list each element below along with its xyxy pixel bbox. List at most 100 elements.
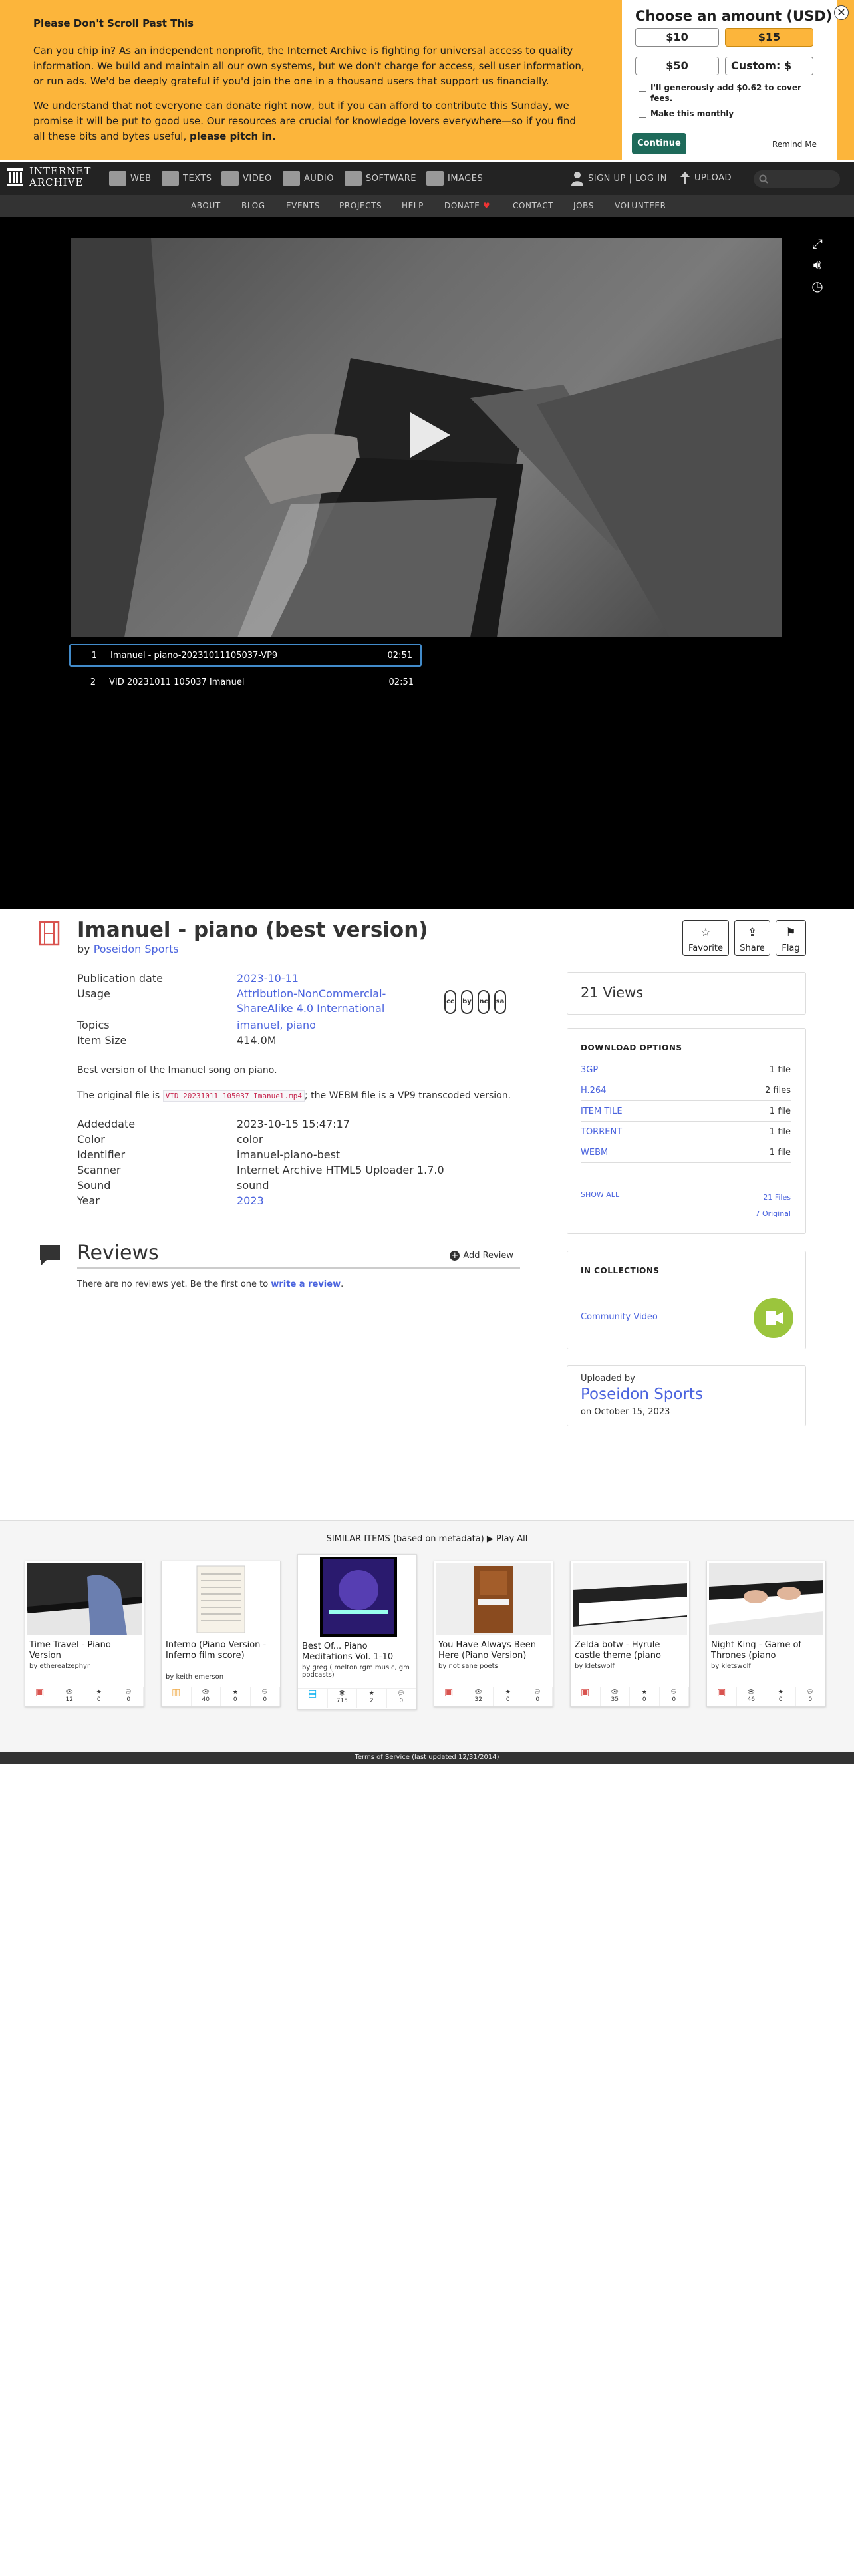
clock-icon[interactable]: ◷	[810, 278, 825, 294]
subnav-donate[interactable]: DONATE ♥	[444, 201, 490, 210]
creator-link[interactable]: Poseidon Sports	[94, 943, 179, 955]
film-icon: ▣	[707, 1687, 737, 1706]
thumbnail-piano-player	[27, 1563, 142, 1635]
search-input[interactable]	[754, 170, 840, 188]
nav-web[interactable]: WEB	[109, 171, 152, 186]
terms-of-service-link[interactable]: Terms of Service (last updated 12/31/201…	[0, 1752, 854, 1764]
nav-images[interactable]: IMAGES	[426, 171, 483, 186]
amount-50-button[interactable]: $50	[635, 57, 719, 75]
subnav-blog[interactable]: BLOG	[241, 201, 265, 210]
custom-amount-input[interactable]: Custom: $	[725, 57, 813, 75]
nav-audio[interactable]: AUDIO	[283, 171, 334, 186]
amount-15-button[interactable]: $15	[725, 28, 813, 47]
nav-software[interactable]: SOFTWARE	[345, 171, 416, 186]
uploader-link[interactable]: Poseidon Sports	[581, 1386, 703, 1403]
subnav-events[interactable]: EVENTS	[286, 201, 320, 210]
film-icon	[221, 171, 239, 186]
cc-icon[interactable]: cc	[444, 990, 456, 1014]
similar-item-card[interactable]: Zelda botw - Hyrule castle theme (piano b…	[570, 1561, 690, 1707]
subnav-contact[interactable]: CONTACT	[513, 201, 553, 210]
subnav-jobs[interactable]: JOBS	[573, 201, 594, 210]
favorites-stat: ★ 2	[357, 1689, 387, 1708]
original-filename: VID_20231011_105037_Imanuel.mp4	[162, 1090, 305, 1102]
signin-link[interactable]: SIGN UP | LOG IN	[571, 171, 667, 186]
similar-item-card[interactable]: Time Travel - Piano Version by etherealze…	[25, 1561, 144, 1707]
attribution-icon[interactable]: by	[461, 990, 473, 1014]
close-banner-button[interactable]: ✕	[834, 5, 849, 20]
reviews-stat: 💬︎ 0	[523, 1687, 553, 1706]
donation-banner: Please Don't Scroll Past This Can you ch…	[0, 0, 854, 160]
total-files-link[interactable]: 21 Files	[763, 1193, 791, 1202]
subnav-projects[interactable]: PROJECTS	[339, 201, 382, 210]
add-review-button[interactable]: + Add Review	[450, 1251, 513, 1261]
fullscreen-icon[interactable]: ⤢	[810, 236, 825, 251]
collections-box: IN COLLECTIONS Community Video	[567, 1251, 806, 1349]
cover-fees-checkbox[interactable]: I'll generously add $0.62 to cover fees.	[639, 82, 818, 104]
subnav-help[interactable]: HELP	[402, 201, 424, 210]
upload-link[interactable]: UPLOAD	[680, 171, 732, 184]
similar-item-card[interactable]: Best Of... Piano Meditations Vol. 1-10 by…	[297, 1554, 417, 1710]
show-all-link[interactable]: SHOW ALL	[581, 1190, 619, 1199]
collection-video-icon[interactable]	[754, 1298, 793, 1338]
ia-logo[interactable]: INTERNET ARCHIVE	[7, 166, 91, 188]
subnav-volunteer[interactable]: VOLUNTEER	[615, 201, 666, 210]
favorites-stat: ★ 0	[494, 1687, 523, 1706]
monthly-checkbox[interactable]: Make this monthly	[639, 108, 818, 119]
sharealike-icon[interactable]: sa	[494, 990, 506, 1014]
download-row[interactable]: ITEM TILE 1 file	[581, 1101, 791, 1122]
monthly-label: Make this monthly	[650, 109, 734, 118]
checkbox-box[interactable]	[639, 84, 646, 92]
item-description: Best version of the Imanuel song on pian…	[77, 1065, 277, 1076]
original-files-link[interactable]: 7 Original	[755, 1209, 791, 1218]
collection-link[interactable]: Community Video	[581, 1312, 658, 1322]
flag-button[interactable]: ⚑ Flag	[776, 920, 806, 956]
download-row[interactable]: 3GP 1 file	[581, 1060, 791, 1080]
no-reviews-text: There are no reviews yet. Be the first o…	[77, 1279, 344, 1289]
amount-10-button[interactable]: $10	[635, 28, 719, 47]
topics-link[interactable]: imanuel, piano	[237, 1018, 416, 1033]
subnav-about[interactable]: ABOUT	[191, 201, 221, 210]
continue-button[interactable]: Continue	[632, 133, 686, 154]
share-icon: ⇪	[747, 926, 758, 939]
thumbnail-keyboard-hands	[709, 1563, 823, 1635]
publication-date-link[interactable]: 2023-10-11	[237, 971, 416, 986]
nav-video[interactable]: VIDEO	[221, 171, 272, 186]
similar-item-card[interactable]: Night King - Game of Thrones (piano by kl…	[706, 1561, 826, 1707]
play-all-link[interactable]: ▶ Play All	[487, 1534, 528, 1544]
play-icon[interactable]	[410, 412, 450, 458]
download-row[interactable]: WEBM 1 file	[581, 1142, 791, 1163]
playlist-item[interactable]: 2 VID 20231011 105037 Imanuel 02:51	[69, 671, 422, 693]
views-stat: 👁︎ 32	[464, 1687, 494, 1706]
reviews-stat: 💬︎ 0	[796, 1687, 825, 1706]
creator-byline: by Poseidon Sports	[77, 943, 179, 955]
year-link[interactable]: 2023	[237, 1194, 416, 1208]
license-link[interactable]: Attribution-NonCommercial-ShareAlike 4.0…	[237, 987, 416, 1016]
banner-message: Please Don't Scroll Past This Can you ch…	[33, 16, 585, 154]
banner-heading: Please Don't Scroll Past This	[33, 17, 194, 29]
volume-icon[interactable]: 🔊︎	[810, 257, 825, 273]
views-stat: 👁︎ 40	[192, 1687, 221, 1706]
thumbnail-album-art	[320, 1557, 397, 1637]
top-nav: INTERNET ARCHIVE WEB TEXTS VIDEO AUDIO SO…	[0, 162, 854, 195]
similar-item-card[interactable]: Inferno (Piano Version - Inferno film sc…	[161, 1561, 281, 1707]
flag-icon: ⚑	[785, 926, 796, 939]
search-icon	[759, 174, 768, 184]
film-icon: ▣	[571, 1687, 601, 1706]
download-row[interactable]: TORRENT 1 file	[581, 1122, 791, 1142]
download-options-box: DOWNLOAD OPTIONS 3GP 1 file H.264 2 files …	[567, 1028, 806, 1234]
download-row[interactable]: H.264 2 files	[581, 1080, 791, 1101]
video-player[interactable]	[71, 238, 782, 637]
logo-text: INTERNET ARCHIVE	[29, 165, 92, 188]
nav-texts[interactable]: TEXTS	[162, 171, 212, 186]
write-review-link[interactable]: write a review	[271, 1279, 341, 1289]
favorite-button[interactable]: ☆ Favorite	[682, 920, 729, 956]
playlist-item[interactable]: 1 Imanuel - piano-20231011105037-VP9 02:51	[69, 644, 422, 667]
banner-paragraph-1: Can you chip in? As an independent nonpr…	[33, 45, 585, 87]
checkbox-box[interactable]	[639, 110, 646, 118]
remind-me-link[interactable]: Remind Me	[772, 140, 817, 149]
noncommercial-icon[interactable]: nc	[478, 990, 490, 1014]
similar-item-card[interactable]: You Have Always Been Here (Piano Version…	[434, 1561, 553, 1707]
cover-fees-label: I'll generously add $0.62 to cover fees.	[650, 83, 801, 103]
share-button[interactable]: ⇪ Share	[734, 920, 770, 956]
film-icon: ▣	[434, 1687, 464, 1706]
